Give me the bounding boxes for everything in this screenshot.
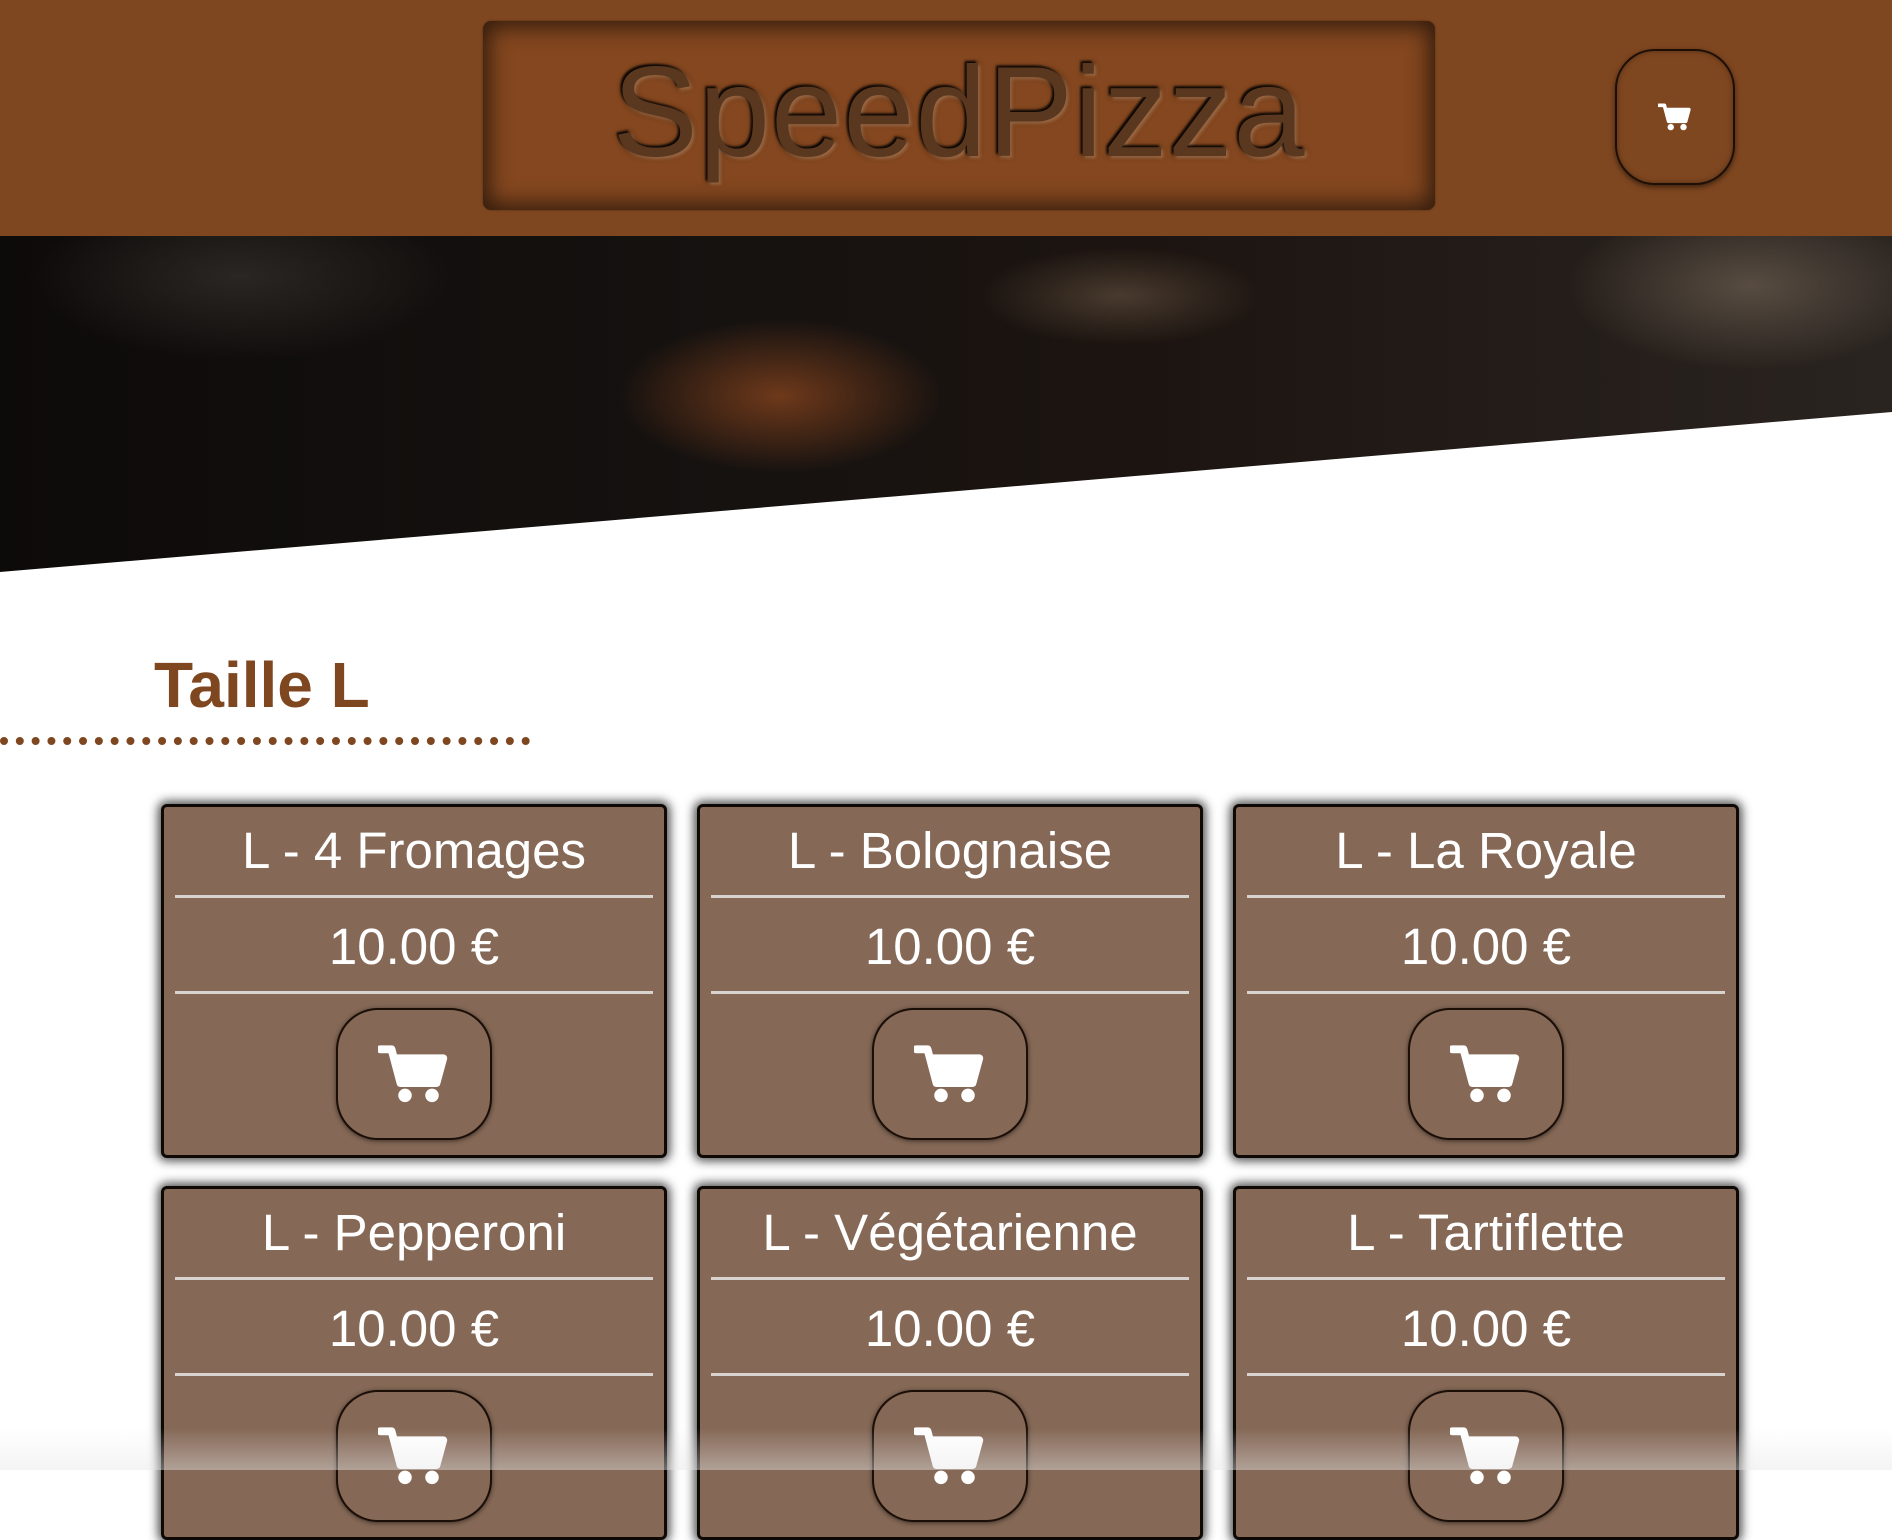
cart-icon [378,1427,448,1485]
product-name: L - 4 Fromages [242,822,586,879]
divider [175,1373,653,1376]
divider [711,1277,1189,1280]
product-name: L - Bolognaise [787,822,1113,879]
divider [1247,895,1725,898]
product-name: L - La Royale [1335,822,1637,879]
product-price: 10.00 € [328,1300,500,1357]
add-to-cart-button[interactable] [872,1390,1028,1522]
divider [1247,1373,1725,1376]
cart-icon [914,1427,984,1485]
divider [175,895,653,898]
add-to-cart-button[interactable] [1408,1008,1564,1140]
divider [711,991,1189,994]
divider [1247,1277,1725,1280]
product-price: 10.00 € [328,918,500,975]
cart-icon [914,1045,984,1103]
add-to-cart-button[interactable] [336,1390,492,1522]
product-price: 10.00 € [1400,918,1572,975]
product-card: L - Bolognaise 10.00 € [697,804,1203,1158]
product-price: 10.00 € [864,918,1036,975]
section-title: Taille L [154,649,370,721]
add-to-cart-button[interactable] [1408,1390,1564,1522]
product-card: L - 4 Fromages 10.00 € [161,804,667,1158]
cart-icon [1450,1045,1520,1103]
cart-icon [378,1045,448,1103]
divider [175,991,653,994]
divider [711,895,1189,898]
product-card: L - Végétarienne 10.00 € [697,1186,1203,1540]
cart-icon [1450,1427,1520,1485]
add-to-cart-button[interactable] [872,1008,1028,1140]
product-card: L - Tartiflette 10.00 € [1233,1186,1739,1540]
divider [1247,991,1725,994]
add-to-cart-button[interactable] [336,1008,492,1140]
product-price: 10.00 € [1400,1300,1572,1357]
product-card: L - La Royale 10.00 € [1233,804,1739,1158]
site-header: SpeedPizza [0,0,1892,236]
divider [711,1373,1189,1376]
product-name: L - Végétarienne [762,1204,1138,1261]
brand-name: SpeedPizza [612,41,1306,184]
cart-icon [1658,103,1691,131]
hero-banner-image [0,236,1892,572]
brand-logo[interactable]: SpeedPizza [483,21,1435,210]
product-price: 10.00 € [864,1300,1036,1357]
section-title-underline [0,737,530,745]
product-name: L - Tartiflette [1347,1204,1625,1261]
header-cart-button[interactable] [1615,49,1735,185]
product-name: L - Pepperoni [261,1204,567,1261]
divider [175,1277,653,1280]
product-card: L - Pepperoni 10.00 € [161,1186,667,1540]
